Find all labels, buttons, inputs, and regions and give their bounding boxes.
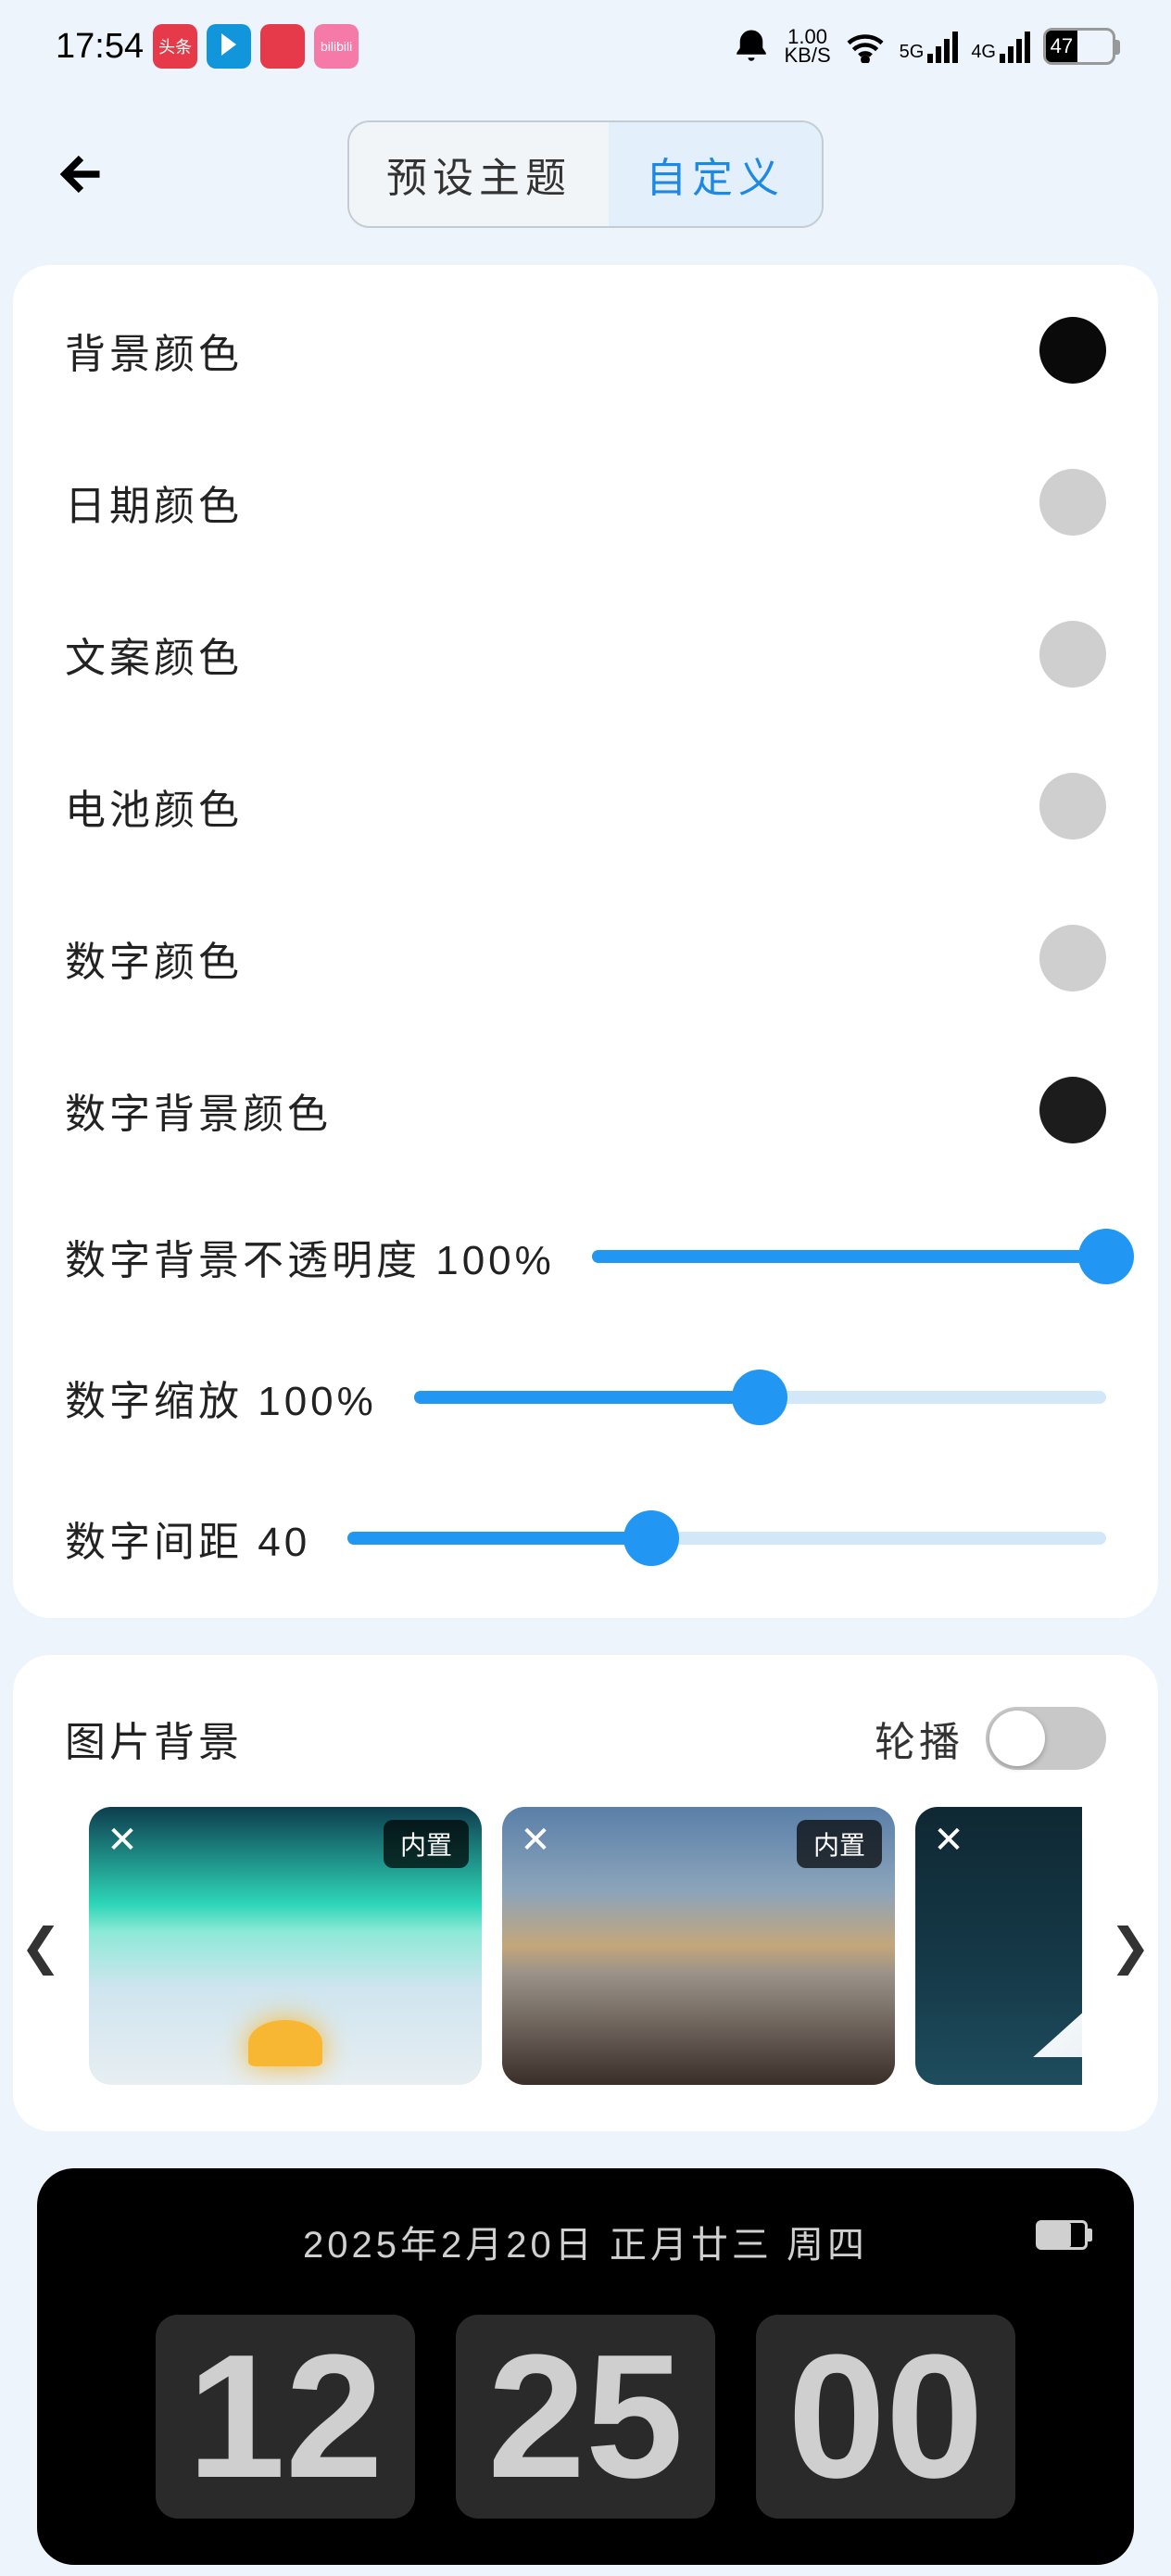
flip-minute: 25 — [456, 2315, 715, 2519]
slider-scale[interactable] — [414, 1391, 1106, 1404]
battery-icon: 47 — [1043, 28, 1115, 65]
wifi-icon — [844, 30, 887, 63]
delete-image-2[interactable]: ✕ — [515, 1820, 556, 1861]
back-button[interactable] — [56, 146, 111, 202]
label-bg-color: 背景颜色 — [65, 321, 243, 380]
delete-image-1[interactable]: ✕ — [102, 1820, 143, 1861]
row-text-color[interactable]: 文案颜色 — [13, 578, 1158, 730]
signal-bars-2 — [1000, 30, 1030, 63]
swatch-text-color[interactable] — [1039, 621, 1106, 688]
flip-second: 00 — [756, 2315, 1015, 2519]
bg-image-3[interactable]: ✕ 内 — [915, 1807, 1082, 2085]
label-date-color: 日期颜色 — [65, 473, 243, 532]
row-opacity: 数字背景不透明度 100% — [13, 1186, 1158, 1327]
label-image-bg: 图片背景 — [65, 1709, 243, 1768]
signal-5g-label: 5G — [900, 42, 925, 63]
tab-custom[interactable]: 自定义 — [609, 122, 822, 226]
toggle-carousel[interactable] — [986, 1707, 1106, 1770]
alarm-icon — [732, 27, 771, 66]
bg-image-2[interactable]: ✕ 内置 — [502, 1807, 895, 2085]
badge-builtin-1: 内置 — [384, 1820, 469, 1868]
clock-preview: 2025年2月20日 正月廿三 周四 12 25 00 — [37, 2168, 1134, 2565]
app-icon-toutiao: 头条 — [153, 24, 197, 69]
status-time: 17:54 — [56, 27, 144, 67]
theme-tabs: 预设主题 自定义 — [347, 120, 824, 228]
flip-hour: 12 — [156, 2315, 415, 2519]
row-bg-color[interactable]: 背景颜色 — [13, 274, 1158, 426]
label-carousel: 轮播 — [875, 1709, 963, 1768]
row-battery-color[interactable]: 电池颜色 — [13, 730, 1158, 882]
carousel-prev[interactable]: ❮ — [13, 1917, 69, 1976]
preview-date-text: 2025年2月20日 正月廿三 周四 — [303, 2225, 868, 2266]
row-digit-bg-color[interactable]: 数字背景颜色 — [13, 1034, 1158, 1186]
tab-preset[interactable]: 预设主题 — [349, 122, 609, 226]
swatch-digit-color[interactable] — [1039, 925, 1106, 991]
settings-card: 背景颜色 日期颜色 文案颜色 电池颜色 数字颜色 数字背景颜色 数字背景不透明度… — [13, 265, 1158, 1618]
slider-opacity[interactable] — [592, 1250, 1106, 1263]
label-digit-color: 数字颜色 — [65, 928, 243, 988]
app-icon-red — [260, 24, 305, 69]
carousel-next[interactable]: ❯ — [1102, 1917, 1158, 1976]
network-speed: 1.00 KB/S — [784, 28, 830, 65]
label-spacing: 数字间距 40 — [65, 1509, 310, 1568]
swatch-digit-bg-color[interactable] — [1039, 1077, 1106, 1143]
delete-image-3[interactable]: ✕ — [928, 1820, 969, 1861]
swatch-battery-color[interactable] — [1039, 773, 1106, 840]
label-battery-color: 电池颜色 — [65, 777, 243, 836]
swatch-date-color[interactable] — [1039, 469, 1106, 536]
row-digit-color[interactable]: 数字颜色 — [13, 882, 1158, 1034]
label-digit-bg-color: 数字背景颜色 — [65, 1080, 332, 1140]
label-scale: 数字缩放 100% — [65, 1368, 377, 1427]
app-icon-play — [207, 24, 251, 69]
label-opacity: 数字背景不透明度 100% — [65, 1227, 555, 1286]
label-text-color: 文案颜色 — [65, 625, 243, 684]
row-scale: 数字缩放 100% — [13, 1327, 1158, 1468]
images-card: 图片背景 轮播 ❮ ✕ 内置 ✕ 内置 ✕ 内 ❯ — [13, 1655, 1158, 2131]
badge-builtin-2: 内置 — [797, 1820, 882, 1868]
row-spacing: 数字间距 40 — [13, 1468, 1158, 1609]
app-icon-bilibili: bilibili — [314, 24, 359, 69]
signal-bars-1 — [927, 30, 958, 63]
preview-battery-icon — [1036, 2220, 1088, 2250]
row-date-color[interactable]: 日期颜色 — [13, 426, 1158, 578]
preview-date-row: 2025年2月20日 正月廿三 周四 — [74, 2215, 1097, 2268]
status-bar: 17:54 头条 bilibili 1.00 KB/S 5G 4G 47 — [0, 0, 1171, 93]
swatch-bg-color[interactable] — [1039, 317, 1106, 384]
slider-spacing[interactable] — [347, 1532, 1106, 1545]
bg-image-1[interactable]: ✕ 内置 — [89, 1807, 482, 2085]
signal-4g-label: 4G — [971, 42, 996, 63]
